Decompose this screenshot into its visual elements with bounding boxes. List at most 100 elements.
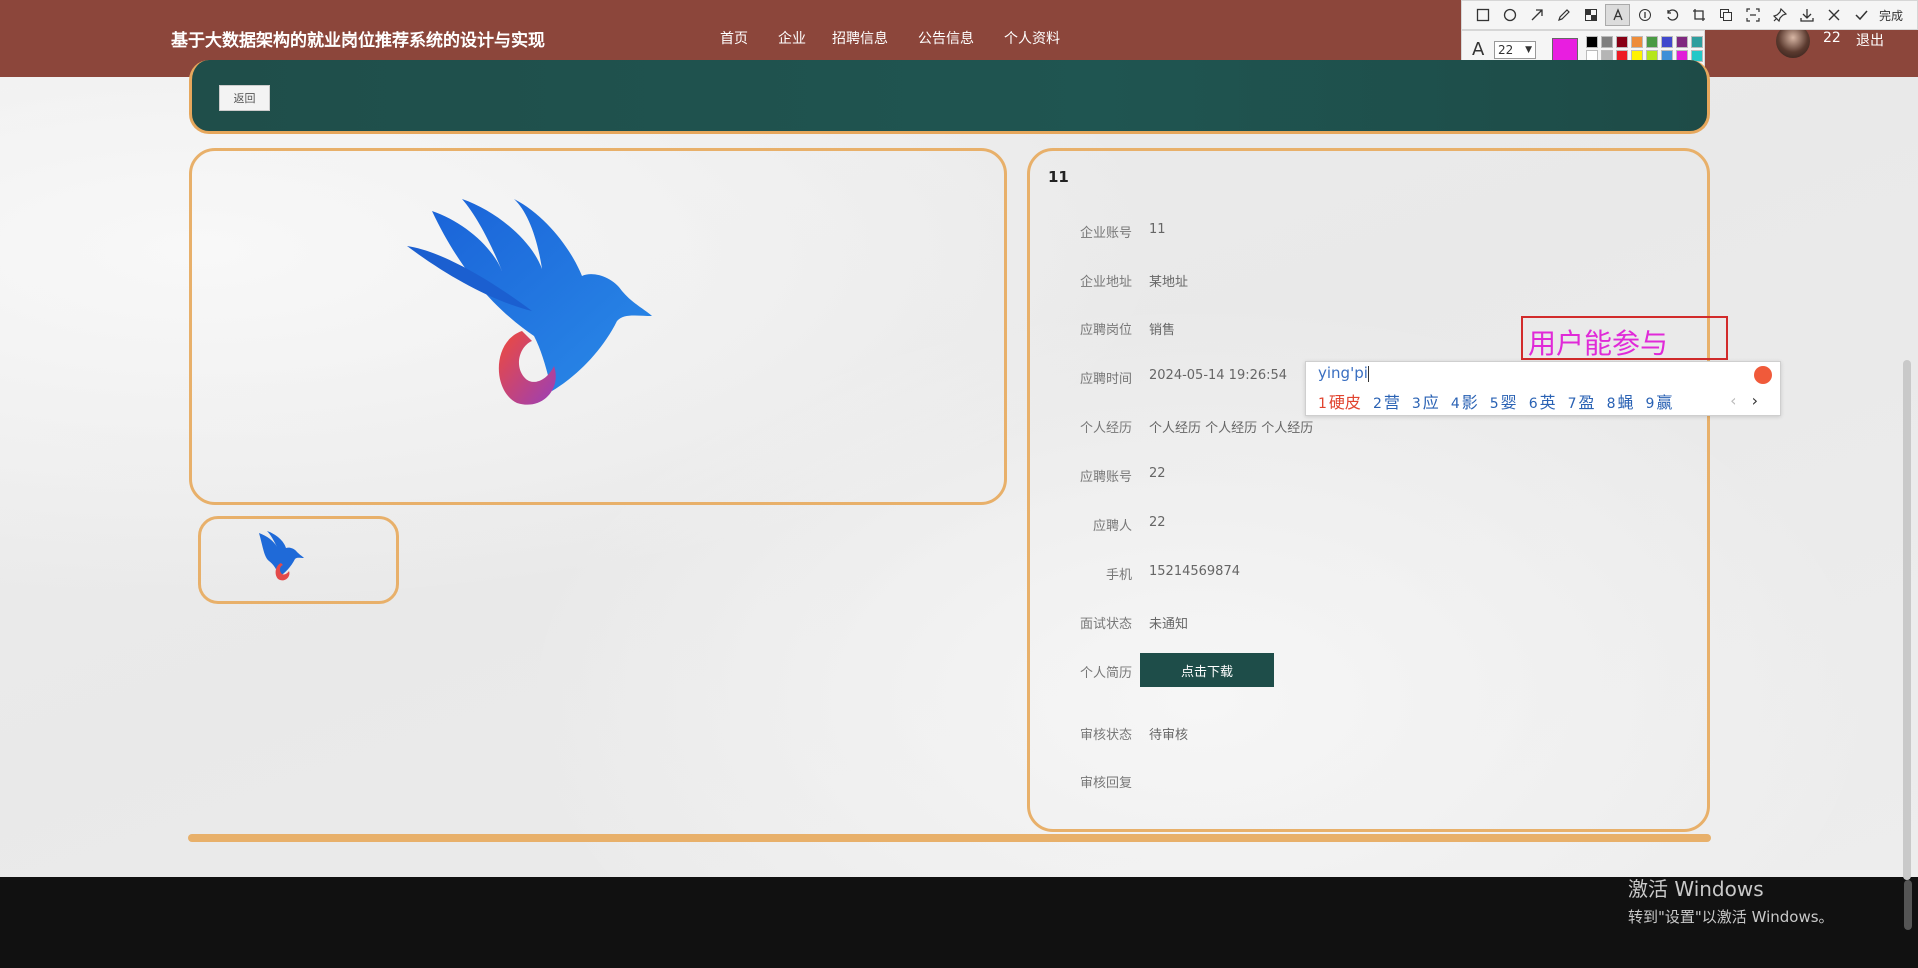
- crop-icon[interactable]: [1686, 4, 1711, 26]
- detail-value: 15214569874: [1149, 564, 1240, 579]
- pen-tool-icon[interactable]: [1551, 4, 1576, 26]
- detail-label: 个人简历: [1079, 666, 1132, 681]
- done-check-icon[interactable]: [1848, 4, 1873, 26]
- detail-value: 22: [1149, 466, 1166, 481]
- ime-candidate-word: 营: [1383, 393, 1400, 412]
- text-tool-icon[interactable]: [1605, 4, 1630, 26]
- ime-candidate[interactable]: 2营: [1373, 389, 1400, 413]
- ellipse-tool-icon[interactable]: [1497, 4, 1522, 26]
- detail-value: 未通知: [1149, 617, 1189, 632]
- number-tool-icon[interactable]: [1632, 4, 1657, 26]
- detail-label: 审核回复: [1079, 776, 1132, 791]
- ime-composition-text: ying'pi: [1318, 364, 1368, 382]
- color-swatch[interactable]: [1586, 36, 1598, 48]
- nav-company[interactable]: 企业: [778, 28, 806, 48]
- ime-candidate-number: 5: [1489, 396, 1499, 412]
- ime-candidate-number: 2: [1372, 396, 1382, 412]
- ime-candidate[interactable]: 4影: [1451, 389, 1478, 413]
- activation-line1: 激活 Windows: [1628, 877, 1764, 901]
- ime-candidate-number: 7: [1567, 396, 1577, 412]
- main-nav: 首页 企业 招聘信息 公告信息 个人资料: [720, 28, 1090, 48]
- detail-value: 22: [1149, 515, 1166, 530]
- detail-label: 审核状态: [1079, 728, 1132, 743]
- done-button[interactable]: 完成: [1879, 7, 1903, 24]
- save-icon[interactable]: [1794, 4, 1819, 26]
- detail-label: 应聘时间: [1079, 372, 1132, 387]
- detail-label: 手机: [1105, 568, 1132, 583]
- eagle-logo-image: [407, 199, 652, 405]
- detail-label: 企业账号: [1079, 226, 1132, 241]
- arrow-tool-icon[interactable]: [1524, 4, 1549, 26]
- color-palette: [1586, 36, 1704, 62]
- ime-candidate-number: 9: [1645, 396, 1655, 412]
- back-button[interactable]: 返回: [219, 85, 270, 111]
- ime-candidate-number: 1: [1318, 396, 1327, 412]
- ime-candidate-number: 3: [1411, 396, 1421, 412]
- ocr-icon[interactable]: [1740, 4, 1765, 26]
- chevron-right-icon[interactable]: ›: [1752, 391, 1758, 410]
- ime-page-arrows: ‹ ›: [1730, 391, 1758, 410]
- color-swatch[interactable]: [1616, 36, 1628, 48]
- copy-icon[interactable]: [1713, 4, 1738, 26]
- thumbnail-frame[interactable]: [198, 516, 399, 604]
- color-swatch[interactable]: [1601, 36, 1613, 48]
- ime-candidate-word: 英: [1539, 393, 1556, 412]
- ime-logo-icon[interactable]: [1754, 366, 1772, 384]
- main-image-frame: [189, 148, 1007, 505]
- ime-candidate-number: 8: [1606, 396, 1616, 412]
- close-icon[interactable]: [1821, 4, 1846, 26]
- eagle-logo-thumbnail[interactable]: [201, 519, 396, 601]
- username[interactable]: 22: [1823, 30, 1841, 46]
- pin-icon[interactable]: [1767, 4, 1792, 26]
- ime-candidate-word: 蝇: [1617, 393, 1634, 412]
- ime-candidate-number: 6: [1528, 396, 1538, 412]
- mosaic-tool-icon[interactable]: [1578, 4, 1603, 26]
- text-caret: [1367, 365, 1369, 382]
- screenshot-toolbar: 完成: [1461, 0, 1918, 30]
- ime-candidate-word: 影: [1461, 393, 1478, 412]
- ime-candidate[interactable]: 9赢: [1646, 389, 1673, 413]
- color-swatch[interactable]: [1646, 36, 1658, 48]
- chevron-left-icon[interactable]: ‹: [1730, 391, 1736, 410]
- detail-value: 11: [1149, 222, 1166, 237]
- ime-composition: ying'pi: [1318, 364, 1369, 382]
- logout-link[interactable]: 退出: [1856, 30, 1884, 50]
- ime-candidate[interactable]: 1 硬皮: [1318, 389, 1361, 413]
- font-size-value: 22: [1498, 43, 1514, 57]
- detail-value: 待审核: [1149, 728, 1189, 743]
- font-size-select[interactable]: 22 ▼: [1494, 41, 1536, 59]
- detail-label: 个人经历: [1079, 421, 1132, 436]
- ime-candidate[interactable]: 3应: [1412, 389, 1439, 413]
- page-scrollbar[interactable]: [1903, 360, 1911, 880]
- header-banner: [189, 60, 1710, 134]
- ime-candidate-window: ying'pi 1 硬皮 2 营 3 应 4 影 5 婴 6 英 7 盈 8 蝇 9 赢 ‹ ›: [1305, 361, 1781, 416]
- detail-title: 11: [1048, 168, 1069, 186]
- annotation-text[interactable]: 用户能参与: [1528, 322, 1668, 362]
- detail-label: 应聘岗位: [1079, 323, 1132, 338]
- scrollbar-lower-track[interactable]: [1904, 880, 1912, 930]
- ime-candidate-word: 婴: [1500, 393, 1517, 412]
- site-title: 基于大数据架构的就业岗位推荐系统的设计与实现: [171, 31, 545, 51]
- font-icon: A: [1472, 39, 1485, 60]
- activation-line2: 转到"设置"以激活 Windows。: [1628, 908, 1834, 926]
- detail-label: 应聘账号: [1079, 470, 1132, 485]
- nav-profile[interactable]: 个人资料: [1004, 28, 1060, 48]
- ime-candidate-list: 1 硬皮 2 营 3 应 4 影 5 婴 6 英 7 盈 8 蝇 9 赢: [1318, 389, 1684, 413]
- ime-candidate[interactable]: 5婴: [1490, 389, 1517, 413]
- color-swatch[interactable]: [1661, 36, 1673, 48]
- ime-candidate[interactable]: 8蝇: [1607, 389, 1634, 413]
- color-swatch[interactable]: [1631, 36, 1643, 48]
- detail-label: 应聘人: [1092, 519, 1132, 534]
- nav-home[interactable]: 首页: [720, 28, 748, 48]
- undo-icon[interactable]: [1659, 4, 1684, 26]
- detail-label: 面试状态: [1079, 617, 1132, 632]
- nav-notices[interactable]: 公告信息: [918, 28, 974, 48]
- download-resume-button[interactable]: 点击下载: [1140, 653, 1274, 687]
- nav-jobs[interactable]: 招聘信息: [832, 28, 888, 48]
- color-swatch[interactable]: [1676, 36, 1688, 48]
- ime-candidate[interactable]: 6英: [1529, 389, 1556, 413]
- rect-tool-icon[interactable]: [1470, 4, 1495, 26]
- ime-candidate[interactable]: 7盈: [1568, 389, 1595, 413]
- detail-value: 2024-05-14 19:26:54: [1149, 368, 1288, 383]
- color-swatch[interactable]: [1691, 36, 1703, 48]
